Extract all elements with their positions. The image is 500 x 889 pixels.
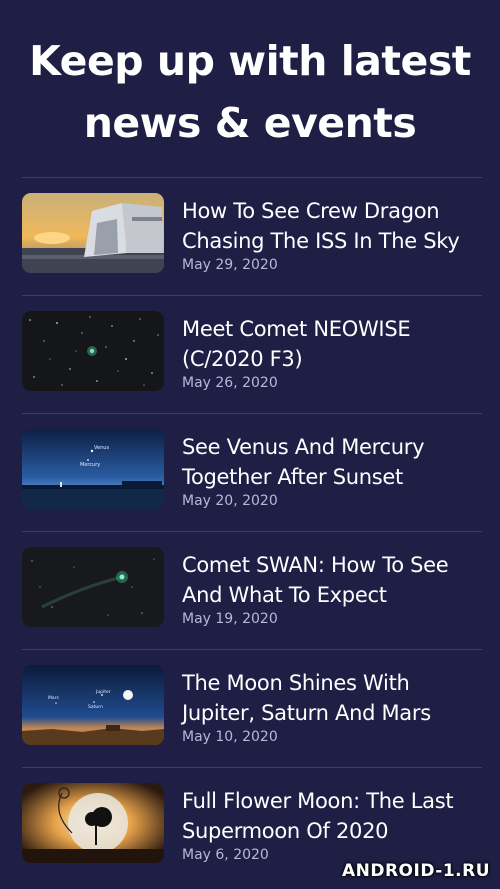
page-title-line-2: news & events <box>83 99 417 147</box>
news-list: How To See Crew Dragon Chasing The ISS I… <box>22 177 482 885</box>
news-item-venus-mercury[interactable]: Venus Mercury See Venus And Mercury Toge… <box>22 413 482 531</box>
news-title: Comet SWAN: How To See And What To Expec… <box>182 553 449 607</box>
news-date: May 26, 2020 <box>182 375 278 391</box>
page-title: Keep up with latest news & events <box>0 30 500 154</box>
news-thumbnail-venus-mercury: Venus Mercury <box>22 429 164 509</box>
thumb-label-jupiter: Jupiter <box>95 689 111 695</box>
news-thumbnail-comet-swan <box>22 547 164 627</box>
thumb-label-mercury: Mercury <box>80 462 100 468</box>
news-date: May 20, 2020 <box>182 493 278 509</box>
news-date: May 29, 2020 <box>182 257 278 273</box>
news-date: May 10, 2020 <box>182 729 278 745</box>
news-thumbnail-neowise <box>22 311 164 391</box>
thumb-label-venus: Venus <box>94 445 109 451</box>
news-thumbnail-moon-planets: Jupiter Saturn Mars <box>22 665 164 745</box>
news-thumbnail-crew-dragon <box>22 193 164 273</box>
news-item-neowise[interactable]: Meet Comet NEOWISE (C/2020 F3) May 26, 2… <box>22 295 482 413</box>
news-date: May 19, 2020 <box>182 611 278 627</box>
thumb-label-mars: Mars <box>48 695 59 701</box>
news-item-moon-planets[interactable]: Jupiter Saturn Mars The Moon Shines With… <box>22 649 482 767</box>
page-title-line-1: Keep up with latest <box>29 37 471 85</box>
news-title: Meet Comet NEOWISE (C/2020 F3) <box>182 317 411 371</box>
news-title: The Moon Shines With Jupiter, Saturn And… <box>182 671 431 725</box>
news-thumbnail-flower-moon <box>22 783 164 863</box>
news-title: Full Flower Moon: The Last Supermoon Of … <box>182 789 454 843</box>
news-item-crew-dragon[interactable]: How To See Crew Dragon Chasing The ISS I… <box>22 177 482 295</box>
news-title: How To See Crew Dragon Chasing The ISS I… <box>182 199 460 253</box>
watermark: ANDROID-1.RU <box>341 861 490 881</box>
thumb-label-saturn: Saturn <box>88 704 103 710</box>
news-title: See Venus And Mercury Together After Sun… <box>182 435 425 489</box>
news-item-comet-swan[interactable]: Comet SWAN: How To See And What To Expec… <box>22 531 482 649</box>
